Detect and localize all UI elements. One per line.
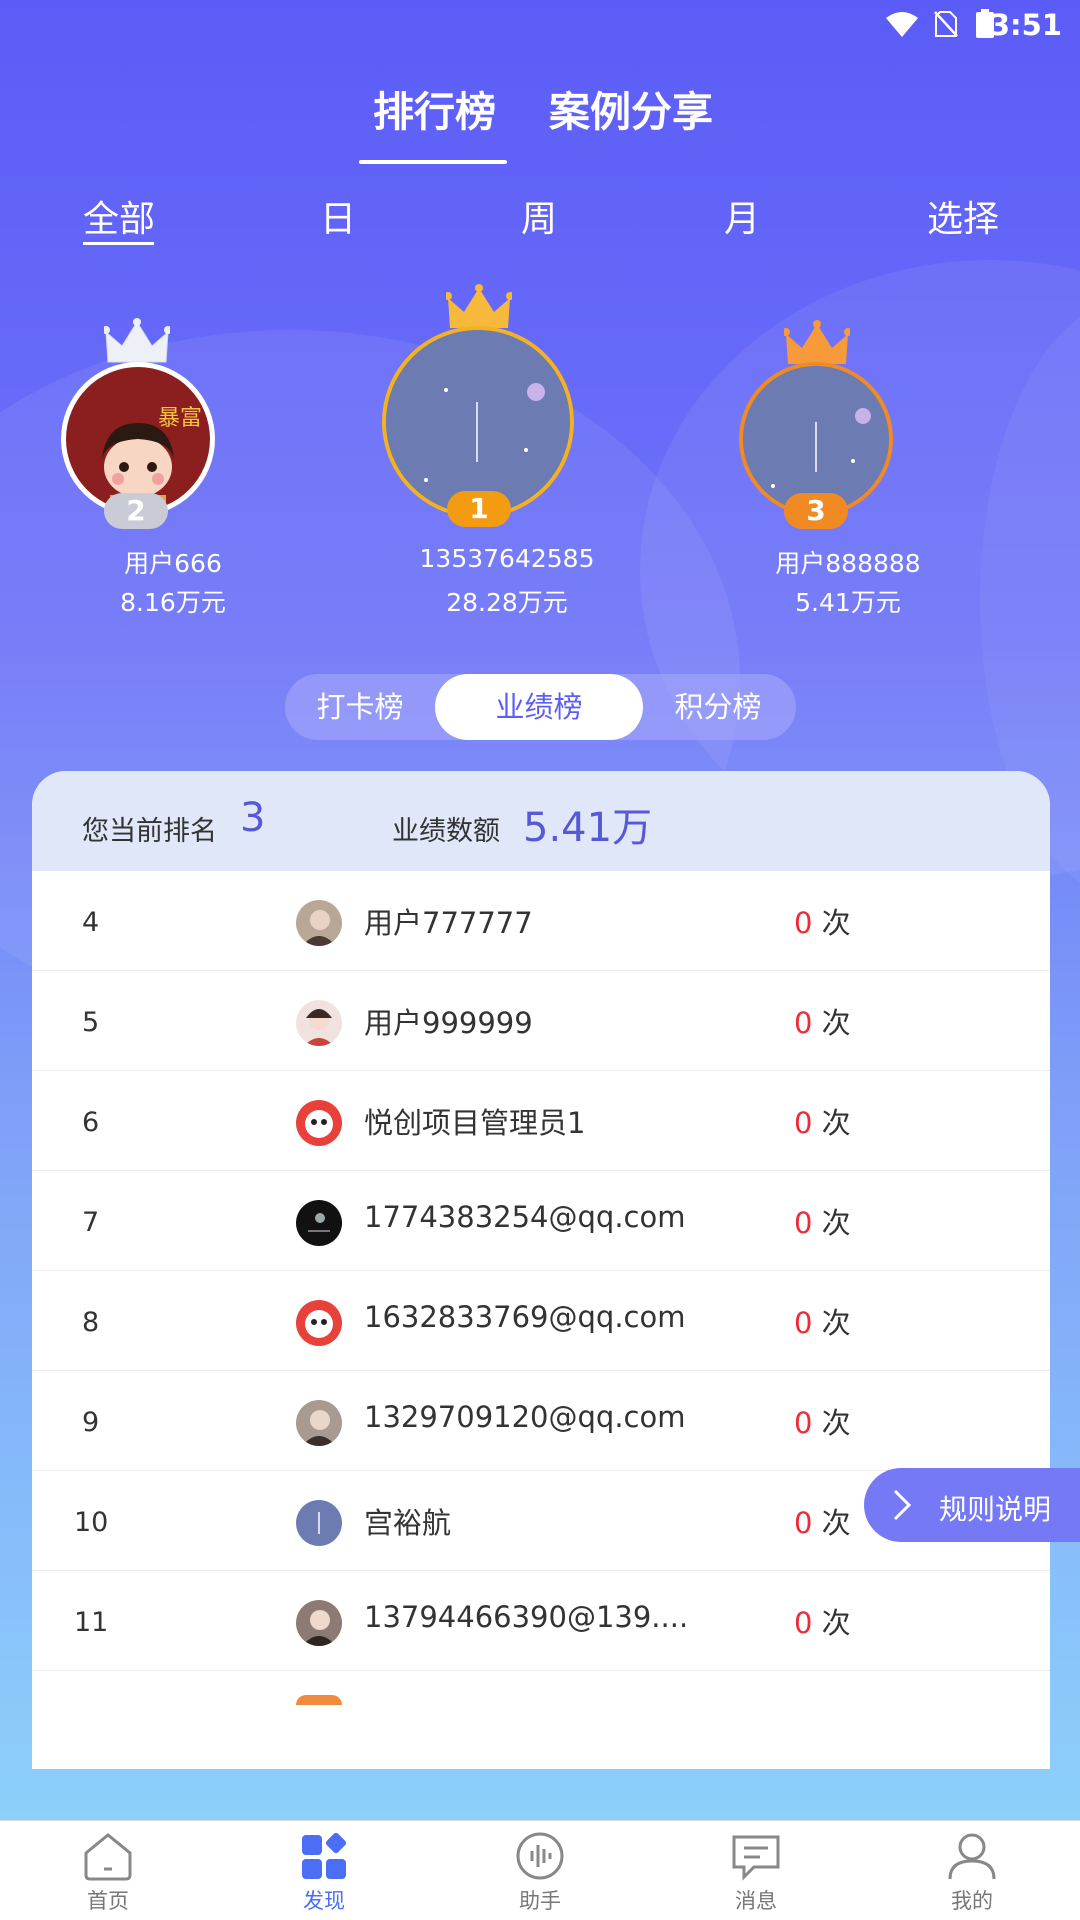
amount-label: 业绩数额: [392, 816, 500, 847]
status-time: 3:51: [989, 8, 1062, 42]
nav-messages[interactable]: 消息: [706, 1831, 806, 1915]
rank-badge: 3: [784, 493, 848, 529]
nav-discover[interactable]: 发现: [274, 1831, 374, 1915]
amount-value: 5.41万: [523, 805, 653, 851]
message-icon: [732, 1835, 780, 1881]
avatar: [296, 1300, 342, 1346]
nav-label: 发现: [303, 1889, 345, 1913]
segment-performance[interactable]: 业绩榜: [435, 674, 643, 740]
row-count: 0 次: [794, 1306, 851, 1340]
table-row[interactable]: 6 悦创项目管理员1 0 次: [32, 1071, 1050, 1171]
segment-checkin[interactable]: 打卡榜: [285, 674, 435, 740]
nav-assistant[interactable]: 助手: [490, 1831, 590, 1915]
tab-case-share[interactable]: 案例分享: [549, 78, 713, 138]
voice-icon: [516, 1832, 564, 1880]
crown-icon: [104, 318, 170, 363]
svg-text:暴富: 暴富: [158, 406, 202, 431]
period-select[interactable]: 选择: [927, 190, 999, 242]
row-rank: 9: [82, 1407, 100, 1438]
rank-value: 3: [240, 795, 266, 841]
rank-badge: 2: [104, 493, 168, 529]
rank-badge: 1: [447, 491, 511, 527]
chevron-right-icon: [893, 1489, 912, 1521]
row-name: 宫裕航: [364, 1506, 452, 1540]
row-rank: 10: [74, 1507, 109, 1538]
avatar: [296, 1000, 342, 1046]
period-underline: [83, 242, 154, 245]
podium-name: 13537642585: [419, 544, 595, 573]
avatar: [296, 1500, 342, 1546]
top-tabs: 排行榜 案例分享: [0, 78, 1080, 168]
home-icon: [84, 1833, 132, 1881]
avatar: [382, 326, 574, 518]
status-bar: 3:51: [0, 0, 1080, 50]
table-row[interactable]: 9 1329709120@qq.com 0 次: [32, 1371, 1050, 1471]
podium-value: 8.16万元: [120, 588, 226, 617]
avatar: [296, 1400, 342, 1446]
row-name: 悦创项目管理员1: [364, 1106, 586, 1140]
row-name: 1329709120@qq.com: [364, 1400, 686, 1434]
row-count: 0 次: [794, 1206, 851, 1240]
board-type-switch: 打卡榜 业绩榜 积分榜: [285, 674, 796, 740]
row-rank: 6: [82, 1107, 100, 1138]
nav-label: 消息: [735, 1889, 777, 1913]
row-count: 0 次: [794, 906, 851, 940]
period-filter: 全部 日 周 月 选择: [0, 190, 1080, 250]
table-row[interactable]: 11 13794466390@139.... 0 次: [32, 1571, 1050, 1671]
avatar: [296, 900, 342, 946]
row-rank: 11: [74, 1607, 109, 1638]
table-row[interactable]: 4 用户777777 0 次: [32, 871, 1050, 971]
bottom-nav: 首页 发现 助手 消息 我的: [0, 1820, 1080, 1920]
period-month[interactable]: 月: [724, 190, 760, 242]
nav-profile[interactable]: 我的: [922, 1831, 1022, 1915]
period-day[interactable]: 日: [320, 190, 356, 242]
table-row[interactable]: 5 用户999999 0 次: [32, 971, 1050, 1071]
user-icon: [948, 1833, 996, 1880]
rules-label: 规则说明: [939, 1493, 1052, 1526]
row-rank: 7: [82, 1207, 100, 1238]
row-count: 0 次: [794, 1606, 851, 1640]
nav-label: 助手: [519, 1889, 561, 1913]
row-count: 0 次: [794, 1406, 851, 1440]
row-count: 0 次: [794, 1506, 851, 1540]
rank-label: 您当前排名: [82, 816, 217, 847]
nav-home[interactable]: 首页: [58, 1831, 158, 1915]
no-sim-icon: [934, 10, 958, 42]
avatar: [296, 1100, 342, 1146]
avatar: [296, 1600, 342, 1646]
rules-button[interactable]: 规则说明: [864, 1468, 1080, 1542]
nav-label: 我的: [951, 1889, 993, 1913]
period-week[interactable]: 周: [521, 190, 557, 242]
nav-label: 首页: [87, 1889, 129, 1913]
podium-name: 用户888888: [775, 549, 921, 578]
wifi-icon: [885, 10, 919, 42]
podium-value: 5.41万元: [795, 588, 901, 617]
row-name: 1774383254@qq.com: [364, 1200, 686, 1234]
podium-value: 28.28万元: [446, 588, 568, 617]
row-name: 13794466390@139....: [364, 1600, 689, 1634]
row-rank: 4: [82, 907, 100, 938]
table-row[interactable]: 7 1774383254@qq.com 0 次: [32, 1171, 1050, 1271]
avatar: [296, 1200, 342, 1246]
row-name: 用户999999: [364, 1006, 533, 1040]
period-all[interactable]: 全部: [83, 190, 155, 242]
row-name: 用户777777: [364, 906, 533, 940]
tab-ranking[interactable]: 排行榜: [373, 78, 496, 138]
ranking-card: 您当前排名 3 业绩数额 5.41万 4 用户777777 0 次 5 用户99…: [32, 771, 1050, 1769]
tab-ranking-underline: [359, 160, 507, 164]
row-count: 0 次: [794, 1106, 851, 1140]
row-rank: 8: [82, 1307, 100, 1338]
row-name: 1632833769@qq.com: [364, 1300, 686, 1334]
my-rank-summary: 您当前排名 3 业绩数额 5.41万: [32, 771, 1050, 871]
podium-name: 用户666: [124, 549, 222, 578]
avatar: [296, 1695, 342, 1705]
segment-points[interactable]: 积分榜: [643, 674, 793, 740]
discover-icon: [302, 1832, 347, 1879]
table-row[interactable]: 8 1632833769@qq.com 0 次: [32, 1271, 1050, 1371]
row-rank: 5: [82, 1007, 100, 1038]
row-count: 0 次: [794, 1006, 851, 1040]
